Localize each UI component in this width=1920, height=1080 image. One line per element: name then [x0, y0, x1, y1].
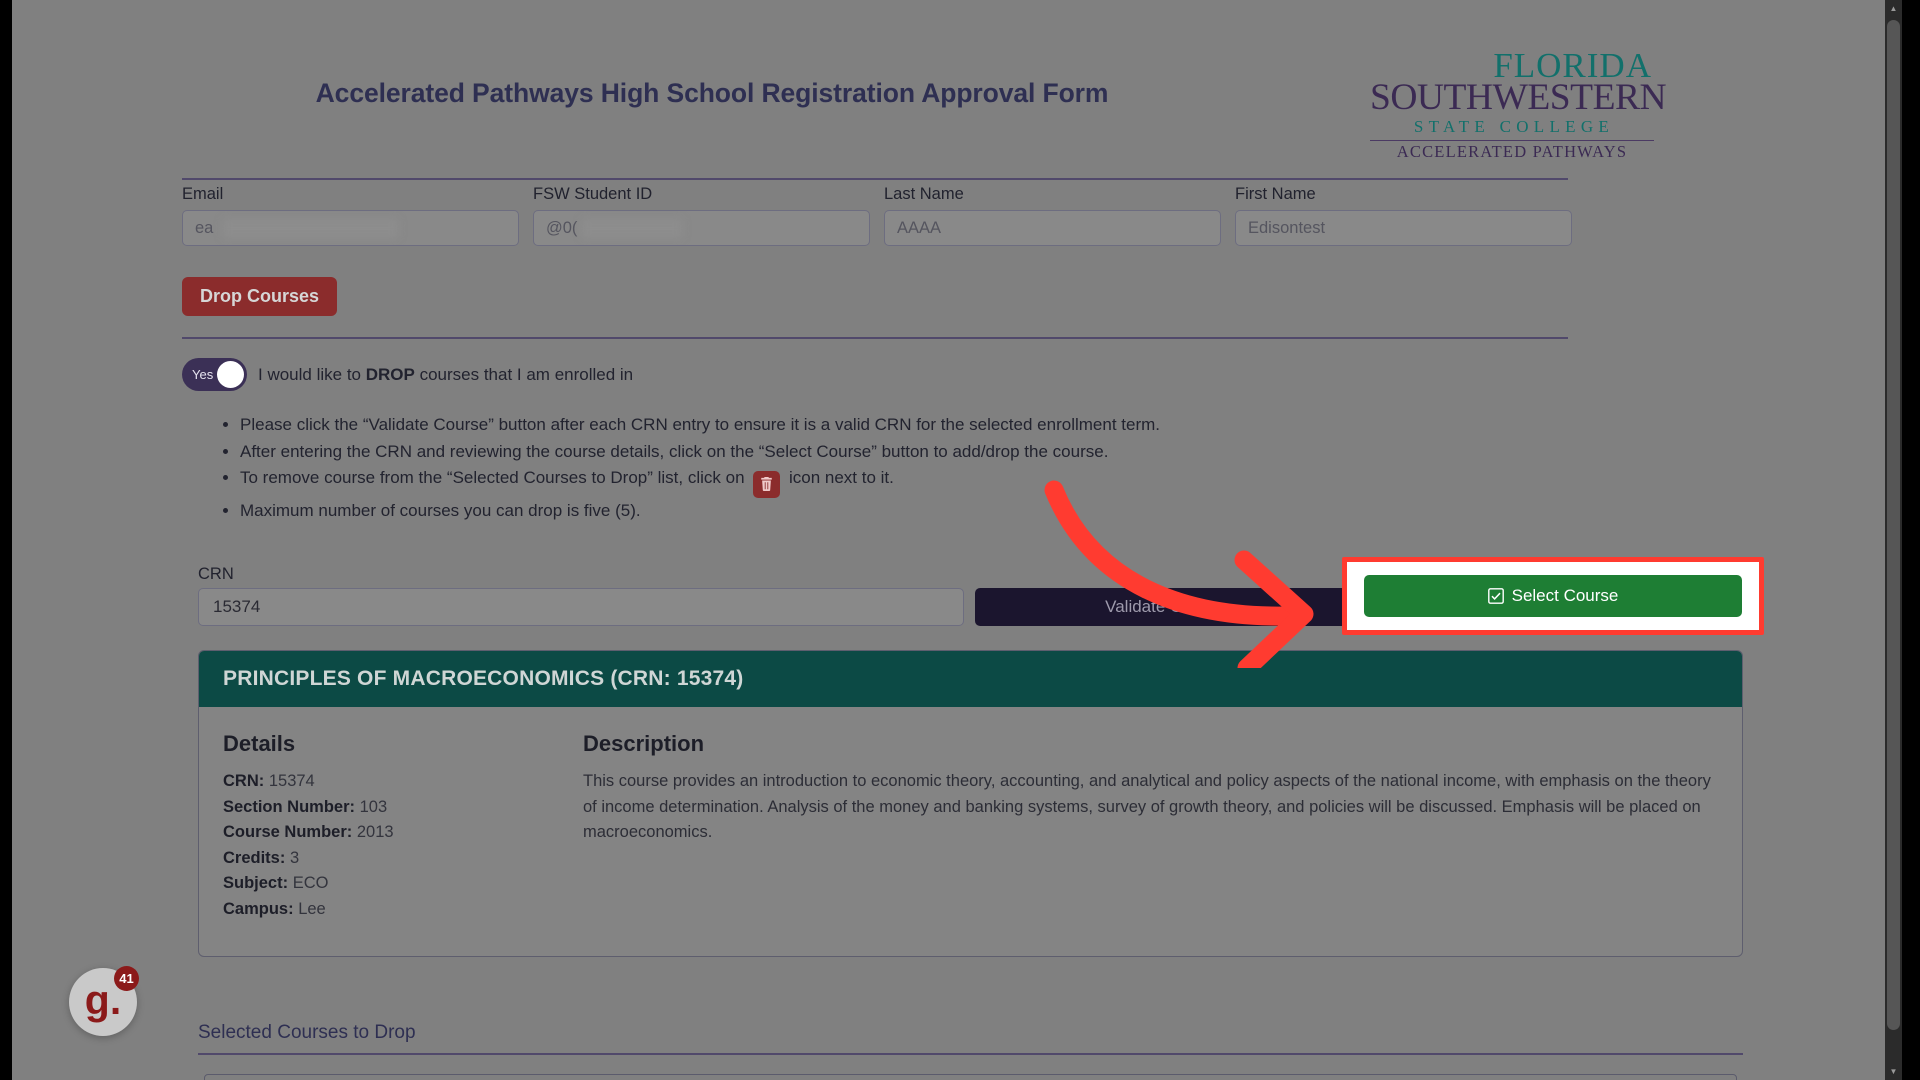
registration-form-page: Accelerated Pathways High School Registr… — [12, 0, 1878, 1080]
email-input-value: ea — [195, 218, 214, 237]
checkbox-checked-icon — [1487, 588, 1504, 604]
detail-campus-value: Lee — [298, 899, 326, 918]
logo-line-accelerated-pathways: ACCELERATED PATHWAYS — [1396, 142, 1628, 161]
email-redaction — [223, 218, 398, 238]
detail-course-number-label: Course Number: — [223, 823, 353, 841]
last-name-input-value: AAAA — [897, 218, 942, 237]
select-course-highlight: Select Course — [1342, 557, 1764, 635]
select-course-button-label: Select Course — [1511, 586, 1619, 605]
detail-section-number-label: Section Number: — [223, 797, 356, 816]
toggle-state-label: Yes — [192, 367, 214, 382]
email-input[interactable]: ea — [182, 210, 519, 246]
last-name-input[interactable]: AAAA — [884, 210, 1221, 246]
page-dimmed-overlay: Accelerated Pathways High School Registr… — [12, 0, 1896, 1080]
header-divider — [182, 178, 1568, 180]
detail-credits: Credits: 3 — [223, 846, 553, 872]
crn-input-value: 15374 — [213, 597, 261, 616]
list-item: Maximum number of courses you can drop i… — [240, 498, 1160, 524]
chat-widget-badge: 41 — [114, 966, 139, 991]
toggle-knob — [217, 361, 244, 388]
instruction-icon-post: icon next to it. — [784, 468, 894, 487]
detail-course-number: Course Number: 2013 — [223, 820, 553, 846]
drop-courses-button[interactable]: Drop Courses — [182, 277, 338, 316]
page-header: Accelerated Pathways High School Registr… — [12, 48, 1772, 178]
field-label-email: Email — [182, 185, 224, 203]
detail-crn-label: CRN: — [223, 772, 265, 790]
detail-subject-value: ECO — [292, 874, 329, 892]
course-detail-card: PRINCIPLES OF MACROECONOMICS (CRN: 15374… — [198, 650, 1743, 957]
description-heading: Description — [583, 731, 705, 756]
detail-section-number: Section Number: 103 — [223, 795, 553, 821]
course-card-body: Details CRN: 15374 Section Number: 103 C… — [199, 707, 1742, 956]
screen: Accelerated Pathways High School Registr… — [0, 0, 1920, 1080]
validate-course-button[interactable]: Validate Course — [975, 588, 1355, 626]
detail-crn-value: 15374 — [268, 772, 315, 790]
toggle-desc-post: courses that I am enrolled in — [414, 364, 634, 384]
instruction-icon-pre: To remove course from the “Selected Cour… — [240, 468, 750, 487]
page-title: Accelerated Pathways High School Registr… — [315, 78, 1109, 108]
course-description-column: Description This course provides an intr… — [583, 731, 1718, 922]
detail-credits-label: Credits: — [223, 848, 286, 867]
scroll-down-arrow-icon[interactable]: ▼ — [1885, 1063, 1902, 1080]
logo-divider — [1370, 139, 1654, 141]
course-description-text: This course provides an introduction to … — [583, 772, 1711, 841]
details-heading: Details — [223, 731, 296, 756]
detail-credits-value: 3 — [289, 848, 300, 867]
select-course-highlight-inner: Select Course — [1347, 562, 1759, 630]
field-first-name: First Name Edisontest — [1235, 185, 1572, 246]
list-item: Please click the “Validate Course” butto… — [240, 412, 1160, 438]
crn-input[interactable]: 15374 — [198, 588, 964, 626]
drop-toggle-row: Yes I would like to DROP courses that I … — [182, 358, 633, 391]
first-name-input[interactable]: Edisontest — [1235, 210, 1572, 246]
selected-courses-table — [204, 1074, 1737, 1080]
student-info-fields: Email ea FSW Student ID @0( Last Name AA… — [182, 185, 1572, 246]
detail-course-number-value: 2013 — [356, 823, 394, 841]
detail-subject: Subject: ECO — [223, 871, 553, 897]
select-course-button[interactable]: Select Course — [1364, 575, 1742, 617]
field-label-fsw-student-id: FSW Student ID — [533, 185, 653, 203]
selected-courses-divider — [198, 1053, 1743, 1055]
field-fsw-student-id: FSW Student ID @0( — [533, 185, 870, 246]
field-label-last-name: Last Name — [884, 185, 964, 203]
drop-section-divider — [182, 337, 1568, 339]
list-item: To remove course from the “Selected Cour… — [240, 465, 1160, 498]
drop-courses-toggle[interactable]: Yes — [182, 358, 247, 391]
course-details-column: Details CRN: 15374 Section Number: 103 C… — [223, 731, 553, 922]
fsw-student-id-redaction — [582, 218, 682, 238]
detail-subject-label: Subject: — [223, 874, 289, 892]
selected-courses-heading: Selected Courses to Drop — [198, 1022, 416, 1043]
course-card-header: PRINCIPLES OF MACROECONOMICS (CRN: 15374… — [199, 651, 1742, 707]
drop-toggle-description: I would like to DROP courses that I am e… — [258, 365, 633, 385]
field-label-first-name: First Name — [1235, 185, 1316, 203]
logo-line-southwestern: SOUTHWESTERN — [1370, 77, 1667, 118]
instructions-list: Please click the “Validate Course” butto… — [218, 412, 1160, 525]
chat-widget-button[interactable]: g. 41 — [69, 966, 139, 1036]
fsw-logo: FLORIDA SOUTHWESTERN STATE COLLEGE ACCEL… — [1370, 48, 1667, 161]
detail-campus-label: Campus: — [223, 899, 294, 918]
vertical-scrollbar[interactable]: ▲ ▼ — [1885, 0, 1902, 1080]
detail-crn: CRN: 15374 — [223, 769, 553, 795]
detail-section-number-value: 103 — [359, 797, 388, 816]
toggle-desc-pre: I would like to — [258, 364, 366, 384]
scrollbar-thumb[interactable] — [1887, 20, 1900, 1030]
trash-icon — [753, 470, 781, 498]
detail-campus: Campus: Lee — [223, 897, 553, 923]
fsw-student-id-input[interactable]: @0( — [533, 210, 870, 246]
toggle-desc-bold: DROP — [365, 364, 415, 384]
field-email: Email ea — [182, 185, 519, 246]
scroll-up-arrow-icon[interactable]: ▲ — [1885, 0, 1902, 17]
field-last-name: Last Name AAAA — [884, 185, 1221, 246]
logo-line-state-college: STATE COLLEGE — [1413, 116, 1615, 136]
first-name-input-value: Edisontest — [1248, 218, 1326, 237]
fsw-student-id-input-value: @0( — [546, 218, 578, 237]
list-item: After entering the CRN and reviewing the… — [240, 439, 1160, 465]
crn-label: CRN — [198, 565, 234, 583]
